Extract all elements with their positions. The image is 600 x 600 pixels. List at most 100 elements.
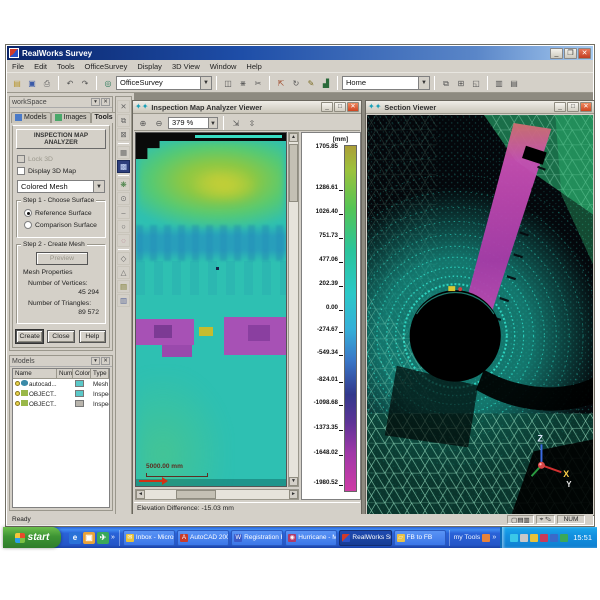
- mytools-toolbar[interactable]: my Tools »: [449, 530, 501, 546]
- visibility-icon[interactable]: [15, 401, 20, 406]
- visibility-icon[interactable]: [15, 391, 20, 396]
- menu-display[interactable]: Display: [132, 62, 167, 71]
- tray-icon[interactable]: [540, 534, 548, 542]
- redo-icon[interactable]: ↷: [78, 76, 92, 90]
- menu-edit[interactable]: Edit: [29, 62, 52, 71]
- zoom-out-icon[interactable]: ⊖: [152, 116, 166, 130]
- view-eye-icon[interactable]: ❋: [117, 178, 130, 191]
- chevron-down-icon[interactable]: ▼: [418, 77, 429, 89]
- close-button[interactable]: ✕: [578, 48, 591, 59]
- task-registration[interactable]: W Registration Rep...: [231, 530, 283, 546]
- tunnel-pointcloud-view[interactable]: Z X Y: [367, 115, 593, 514]
- cut-icon[interactable]: ✂: [251, 76, 265, 90]
- view-combobox[interactable]: Home ▼: [342, 76, 430, 90]
- menu-3dview[interactable]: 3D View: [167, 62, 205, 71]
- minimize-button[interactable]: _: [321, 102, 333, 112]
- scrollbar-thumb[interactable]: [289, 144, 298, 202]
- maximize-button[interactable]: □: [334, 102, 346, 112]
- pan-view-icon[interactable]: ⇳: [245, 116, 259, 130]
- comparison-surface-radio[interactable]: [24, 221, 32, 229]
- window-cascade-icon[interactable]: ⧉: [439, 76, 453, 90]
- quick-launch-overflow-icon[interactable]: »: [111, 534, 115, 541]
- window-tile-icon[interactable]: ⊞: [454, 76, 468, 90]
- polygon-icon[interactable]: ◇: [117, 252, 130, 265]
- quick-launch-icon[interactable]: ▣: [83, 532, 95, 544]
- table-row[interactable]: OBJECT... Inspectio: [13, 399, 109, 409]
- chevron-down-icon[interactable]: ▼: [200, 77, 211, 89]
- close-button[interactable]: ✕: [347, 102, 359, 112]
- visibility-icon[interactable]: [15, 381, 20, 386]
- edit-icon[interactable]: ✎: [304, 76, 318, 90]
- scroll-up-icon[interactable]: ▲: [289, 133, 298, 142]
- tab-models[interactable]: Models: [11, 112, 51, 123]
- column-name[interactable]: Name: [13, 369, 57, 378]
- panel-menu-icon[interactable]: ▾: [91, 98, 100, 106]
- scroll-down-icon[interactable]: ▼: [289, 477, 298, 486]
- target-icon[interactable]: ◎: [101, 76, 115, 90]
- task-inbox[interactable]: ✉ Inbox - Microsof...: [123, 530, 175, 546]
- task-autocad[interactable]: A AutoCAD 2002: [177, 530, 229, 546]
- reference-surface-radio[interactable]: [24, 209, 32, 217]
- column-num[interactable]: Num...: [57, 369, 73, 378]
- mesh-type-dropdown[interactable]: Colored Mesh ▼: [17, 180, 105, 193]
- zoom-level-combobox[interactable]: 379 % ▼: [168, 117, 218, 129]
- table-row[interactable]: autocad... Mesh: [13, 379, 109, 389]
- workflow-combobox[interactable]: OfficeSurvey ▼: [116, 76, 212, 90]
- quick-launch-icon[interactable]: ✈: [97, 532, 109, 544]
- duplicate-icon[interactable]: ⧉: [117, 114, 130, 127]
- tab-images[interactable]: Images: [51, 112, 91, 123]
- box-icon[interactable]: ▤: [117, 280, 130, 293]
- scroll-left-icon[interactable]: ◄: [136, 490, 145, 499]
- layers-icon[interactable]: ▥: [117, 294, 130, 307]
- horizontal-scrollbar[interactable]: ◄ ►: [135, 489, 299, 500]
- grid-icon[interactable]: ▦: [117, 146, 130, 159]
- inspection-tool-icon[interactable]: ▩: [117, 160, 130, 173]
- pan-icon[interactable]: ‒: [117, 206, 130, 219]
- zoom-in-icon[interactable]: ⊕: [136, 116, 150, 130]
- close-button[interactable]: ✕: [580, 102, 592, 112]
- delete-icon[interactable]: ✕: [117, 100, 130, 113]
- layout-v-icon[interactable]: ▥: [492, 76, 506, 90]
- panel-menu-icon[interactable]: ▾: [91, 357, 100, 365]
- zoom-circle-icon[interactable]: ○: [117, 220, 130, 233]
- fit-view-icon[interactable]: ⇲: [229, 116, 243, 130]
- tray-icon[interactable]: [510, 534, 518, 542]
- chart-icon[interactable]: ▟: [319, 76, 333, 90]
- menu-help[interactable]: Help: [241, 62, 266, 71]
- save-icon[interactable]: ▣: [25, 76, 39, 90]
- print-icon[interactable]: ⎙: [40, 76, 54, 90]
- orbit-icon[interactable]: ⊙: [117, 192, 130, 205]
- title-bar[interactable]: RealWorks Survey _ ❐ ✕: [7, 46, 593, 60]
- display-3d-map-checkbox[interactable]: [17, 167, 25, 175]
- column-color[interactable]: Color: [73, 369, 91, 378]
- inspection-heatmap[interactable]: 5000.00 mm: [135, 132, 287, 487]
- section-viewer-titlebar[interactable]: ✦✦ Section Viewer _ □ ✕: [366, 101, 594, 114]
- menu-officesurvey[interactable]: OfficeSurvey: [80, 62, 133, 71]
- tray-icon[interactable]: [550, 534, 558, 542]
- task-folder[interactable]: ▱ FB to FB: [394, 530, 446, 546]
- lock-3d-checkbox[interactable]: [17, 155, 25, 163]
- task-hurricane[interactable]: ◉ Hurricane - Micro...: [285, 530, 337, 546]
- panel-close-icon[interactable]: ✕: [101, 98, 110, 106]
- menu-tools[interactable]: Tools: [52, 62, 80, 71]
- window-split-icon[interactable]: ◱: [469, 76, 483, 90]
- table-row[interactable]: OBJECT... Inspectio: [13, 389, 109, 399]
- close-form-button[interactable]: Close: [47, 330, 74, 343]
- undo-icon[interactable]: ↶: [63, 76, 77, 90]
- scrollbar-thumb[interactable]: [176, 490, 216, 499]
- menu-window[interactable]: Window: [205, 62, 242, 71]
- preview-button[interactable]: Preview: [36, 252, 88, 265]
- chevron-down-icon[interactable]: ▼: [93, 181, 104, 192]
- internet-explorer-icon[interactable]: e: [69, 532, 81, 544]
- column-type[interactable]: Type: [91, 369, 109, 378]
- layout-h-icon[interactable]: ▤: [507, 76, 521, 90]
- rotate-icon[interactable]: ↻: [289, 76, 303, 90]
- panel-close-icon[interactable]: ✕: [101, 357, 110, 365]
- tray-icon[interactable]: [530, 534, 538, 542]
- tab-tools[interactable]: Tools: [91, 112, 117, 123]
- maximize-button[interactable]: □: [567, 102, 579, 112]
- taskbar-clock[interactable]: 15:51: [573, 533, 592, 542]
- start-button[interactable]: start: [3, 527, 61, 548]
- triangle-icon[interactable]: △: [117, 266, 130, 279]
- minimize-button[interactable]: _: [550, 48, 563, 59]
